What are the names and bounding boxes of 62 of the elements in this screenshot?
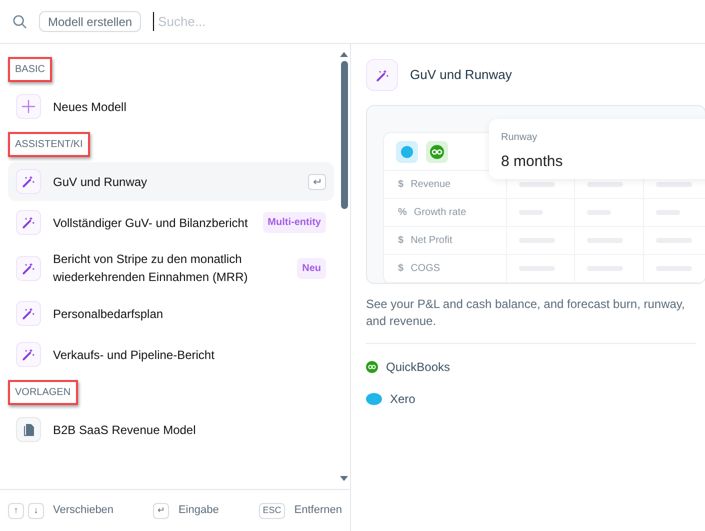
key-hint: ↵ bbox=[153, 502, 170, 518]
row-label: COGS bbox=[410, 262, 440, 276]
template-item[interactable]: Personalbedarfsplan bbox=[8, 294, 334, 333]
placeholder-bar bbox=[518, 182, 555, 187]
item-label: Personalbedarfsplan bbox=[53, 306, 164, 322]
row-symbol: $ bbox=[398, 178, 404, 192]
item-label: Verkaufs- und Pipeline-Bericht bbox=[53, 346, 216, 364]
popup-label: Runway bbox=[501, 131, 538, 145]
item-label: Bericht von Stripe zu den monatlich wiederkehrenden Einnahmen (MRR) bbox=[53, 251, 249, 286]
template-item[interactable]: Vollständiger GuV- und Bilanzbericht Multi-entity bbox=[8, 203, 334, 242]
magic-wand-icon bbox=[22, 307, 35, 320]
magic-wand-icon bbox=[22, 262, 35, 274]
item-tag: Neu bbox=[297, 258, 326, 278]
template-item[interactable]: Neues Modell bbox=[8, 87, 334, 126]
hint-label: Eingabe bbox=[178, 503, 219, 518]
section-heading: VORLAGEN bbox=[8, 380, 78, 405]
row-label: Revenue bbox=[410, 178, 451, 192]
item-label: Vollständiger GuV- und Bilanzbericht bbox=[53, 214, 249, 232]
template-item[interactable]: GuV und Runway bbox=[8, 162, 334, 201]
row-label: Net Profit bbox=[410, 234, 452, 248]
detail-description: See your P&L and cash balance, and forecast burn, runway, and revenue. bbox=[366, 296, 686, 330]
key-hint: ↓ bbox=[28, 502, 44, 518]
magic-wand-icon bbox=[22, 348, 35, 361]
quickbooks-logo-icon bbox=[426, 140, 448, 162]
magic-wand-icon bbox=[22, 175, 35, 188]
plus-icon bbox=[22, 100, 35, 113]
key-hint: ESC bbox=[258, 502, 286, 518]
item-label: B2B SaaS Revenue Model bbox=[53, 422, 197, 438]
row-label: Growth rate bbox=[414, 206, 466, 220]
hint-label: Entfernen bbox=[294, 503, 342, 518]
row-symbol: $ bbox=[398, 262, 404, 276]
document-icon bbox=[24, 424, 34, 436]
row-symbol: % bbox=[398, 206, 407, 220]
scroll-down-icon[interactable] bbox=[340, 476, 348, 481]
item-tag: Multi-entity bbox=[262, 212, 326, 233]
xero-logo-icon bbox=[396, 140, 418, 162]
search-field[interactable]: Suche... bbox=[153, 12, 693, 32]
placeholder-bar bbox=[656, 182, 692, 187]
template-item[interactable]: Verkaufs- und Pipeline-Bericht bbox=[8, 335, 334, 374]
search-icon bbox=[12, 14, 27, 29]
template-item[interactable]: Bericht von Stripe zu den monatlich wiederkehrenden Einnahmen (MRR) Neu bbox=[8, 244, 334, 292]
hint-label: Verschieben bbox=[53, 503, 114, 518]
create-model-button[interactable]: Modell erstellen bbox=[39, 11, 142, 32]
item-label: GuV und Runway bbox=[53, 174, 148, 190]
row-symbol: $ bbox=[398, 234, 404, 248]
key-hint: ↑ bbox=[8, 502, 24, 518]
section-heading: BASIC bbox=[8, 57, 52, 82]
popup-value: 8 months bbox=[501, 152, 564, 172]
magic-wand-icon bbox=[376, 68, 388, 82]
enter-key-icon bbox=[308, 174, 326, 190]
detail-title: GuV und Runway bbox=[410, 66, 512, 84]
scrollbar-thumb[interactable] bbox=[340, 61, 348, 209]
xero-logo-icon bbox=[366, 393, 382, 405]
integration-name: Xero bbox=[390, 391, 416, 408]
scroll-up-icon[interactable] bbox=[340, 52, 348, 57]
item-label: Neues Modell bbox=[53, 98, 128, 116]
template-item[interactable]: B2B SaaS Revenue Model bbox=[8, 410, 334, 449]
placeholder-bar bbox=[587, 182, 624, 187]
section-heading: ASSISTENT/KI bbox=[8, 132, 90, 157]
quickbooks-logo-icon bbox=[366, 361, 378, 373]
magic-wand-icon bbox=[22, 216, 35, 229]
integration-name: QuickBooks bbox=[386, 359, 450, 376]
